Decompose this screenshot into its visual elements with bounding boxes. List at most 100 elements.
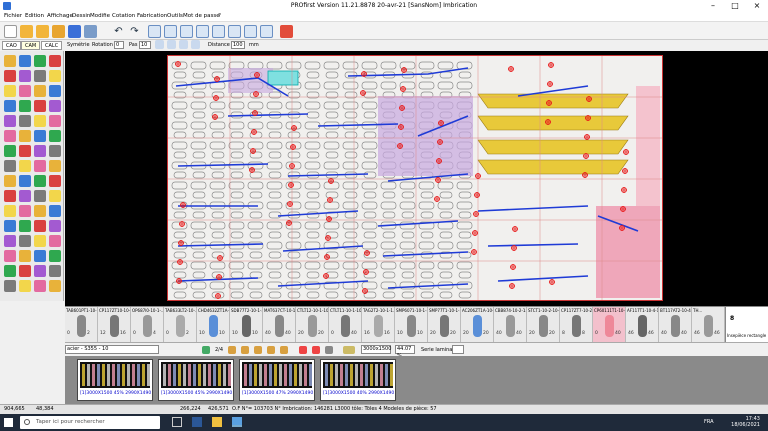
piece-card[interactable]: CTLT12-10-1-10-... 20 20	[296, 307, 329, 343]
piece-card[interactable]: AC206ZT1A-10-... 20 20	[461, 307, 494, 343]
shape-tool-icon[interactable]	[49, 100, 61, 112]
text-tool-icon[interactable]	[34, 100, 46, 112]
word-icon[interactable]	[192, 417, 202, 427]
draw-tool-icon[interactable]	[4, 85, 16, 97]
arc-tool-icon[interactable]	[4, 130, 16, 142]
rotate-right-icon[interactable]	[167, 40, 176, 49]
material-select[interactable]: acier - S355 - 10	[65, 345, 159, 354]
draw-tool-icon[interactable]	[4, 175, 16, 187]
delete-tool-icon[interactable]	[49, 265, 61, 277]
palette-icon[interactable]	[280, 25, 293, 38]
text-tool-icon[interactable]	[34, 280, 46, 292]
system-clock[interactable]: 17:43 18/06/2021	[731, 416, 760, 428]
menu-modifie[interactable]: Modifie	[90, 13, 110, 19]
rotate-left-icon[interactable]	[155, 40, 164, 49]
shape-tool-icon[interactable]	[49, 190, 61, 202]
check-tool-icon[interactable]	[34, 175, 46, 187]
open-folder-icon[interactable]	[20, 25, 33, 38]
shape-tool-icon[interactable]	[49, 130, 61, 142]
tool-1-icon[interactable]	[228, 346, 236, 354]
piece-card[interactable]: TH... 46 46	[692, 307, 725, 343]
delete-tool-icon[interactable]	[49, 55, 61, 67]
line-tool-icon[interactable]	[19, 235, 31, 247]
tool-3-icon[interactable]	[254, 346, 262, 354]
measure-tool-icon[interactable]	[19, 250, 31, 262]
text-tool-icon[interactable]	[34, 250, 46, 262]
arc-tool-icon[interactable]	[4, 280, 16, 292]
symetrie-label[interactable]: Symétrie	[67, 42, 90, 48]
menu-edition[interactable]: Edition	[25, 13, 44, 19]
draw-tool-icon[interactable]	[4, 115, 16, 127]
shape-tool-icon[interactable]	[49, 250, 61, 262]
line-tool-icon[interactable]	[19, 205, 31, 217]
tool-2-icon[interactable]	[241, 346, 249, 354]
tab-cao[interactable]: CAO	[2, 41, 21, 50]
piece-card[interactable]: MAT637CT-10-1-... 40 40	[263, 307, 296, 343]
zoom-out-icon[interactable]	[164, 25, 177, 38]
save-icon[interactable]	[68, 25, 81, 38]
text-tool-icon[interactable]	[34, 160, 46, 172]
layout-thumb-3[interactable]: [1]3000X1500 47% 2990X1490	[239, 359, 315, 401]
check-tool-icon[interactable]	[34, 85, 46, 97]
line-tool-icon[interactable]	[19, 85, 31, 97]
first-layout-icon[interactable]	[202, 346, 210, 354]
piece-card[interactable]: CP60111T1-10-... 0 40	[593, 307, 626, 343]
delete-tool-icon[interactable]	[49, 175, 61, 187]
tool-6-icon[interactable]	[299, 346, 307, 354]
draw-tool-icon[interactable]	[4, 235, 16, 247]
piece-card[interactable]: CTLT11-10-1-10-... 0 40	[329, 307, 362, 343]
piece-card[interactable]: CBB874-10-2-1... 40 40	[494, 307, 527, 343]
line-tool-icon[interactable]	[19, 55, 31, 67]
tool-5-icon[interactable]	[280, 346, 288, 354]
language-indicator[interactable]: FRA	[704, 419, 714, 425]
redo-icon[interactable]: ↷	[128, 25, 141, 38]
check-tool-icon[interactable]	[34, 145, 46, 157]
check-tool-icon[interactable]	[34, 235, 46, 247]
measure-tool-icon[interactable]	[19, 130, 31, 142]
delete-tool-icon[interactable]	[49, 85, 61, 97]
shape-tool-icon[interactable]	[49, 160, 61, 172]
tool-7-icon[interactable]	[312, 346, 320, 354]
rotation-input[interactable]: 0	[114, 41, 124, 49]
shape-tool-icon[interactable]	[49, 220, 61, 232]
menu-dessin[interactable]: Dessin	[72, 13, 90, 19]
menu-help[interactable]: ?	[218, 13, 221, 19]
sheet-size-field[interactable]: 3000x1500	[361, 345, 391, 354]
check-tool-icon[interactable]	[34, 55, 46, 67]
text-tool-icon[interactable]	[34, 220, 46, 232]
arc-tool-icon[interactable]	[4, 190, 16, 202]
new-file-icon[interactable]	[4, 25, 17, 38]
measure-tool-icon[interactable]	[19, 100, 31, 112]
text-tool-icon[interactable]	[34, 190, 46, 202]
check-tool-icon[interactable]	[34, 265, 46, 277]
piece-card[interactable]: STCT1-10-2-10-... 20 20	[527, 307, 560, 343]
menu-fichier[interactable]: Fichier	[4, 13, 22, 19]
measure-tool-icon[interactable]	[19, 70, 31, 82]
measure-tool-icon[interactable]	[19, 280, 31, 292]
layout-thumb-4[interactable]: [1]3000X1500 40% 2990X1490	[320, 359, 396, 401]
delete-tool-icon[interactable]	[49, 235, 61, 247]
move-icon[interactable]	[179, 40, 188, 49]
profirst-taskbar-icon[interactable]	[232, 417, 242, 427]
piece-card[interactable]: AF117T1-10-4-1... 46 46	[626, 307, 659, 343]
menu-outils[interactable]: Outils	[167, 13, 183, 19]
menu-fabrication[interactable]: Fabrication	[137, 13, 167, 19]
measure-tool-icon[interactable]	[19, 160, 31, 172]
check-tool-icon[interactable]	[34, 205, 46, 217]
windows-start-icon[interactable]	[4, 418, 13, 427]
layout-thumb-1[interactable]: [1]3000X1500 45% 2990X1490	[77, 359, 153, 401]
menu-affichage[interactable]: Affichage	[47, 13, 73, 19]
rotation-label[interactable]: Rotation	[92, 42, 113, 48]
print-icon[interactable]	[84, 25, 97, 38]
piece-card[interactable]: CP117ZT7-10-2-... 8 8	[560, 307, 593, 343]
import-icon[interactable]	[52, 25, 65, 38]
menu-cotation[interactable]: Cotation	[112, 13, 135, 19]
zoom-in-icon[interactable]	[148, 25, 161, 38]
menu-mot-de-passe[interactable]: Mot de passe	[183, 13, 220, 19]
minimize-icon[interactable]: –	[702, 0, 724, 12]
piece-card[interactable]: SMP77T1-10-1-... 20 20	[428, 307, 461, 343]
arc-tool-icon[interactable]	[4, 160, 16, 172]
delete-tool-icon[interactable]	[49, 145, 61, 157]
tab-calc[interactable]: CALC	[41, 41, 63, 50]
task-view-icon[interactable]	[172, 417, 182, 427]
